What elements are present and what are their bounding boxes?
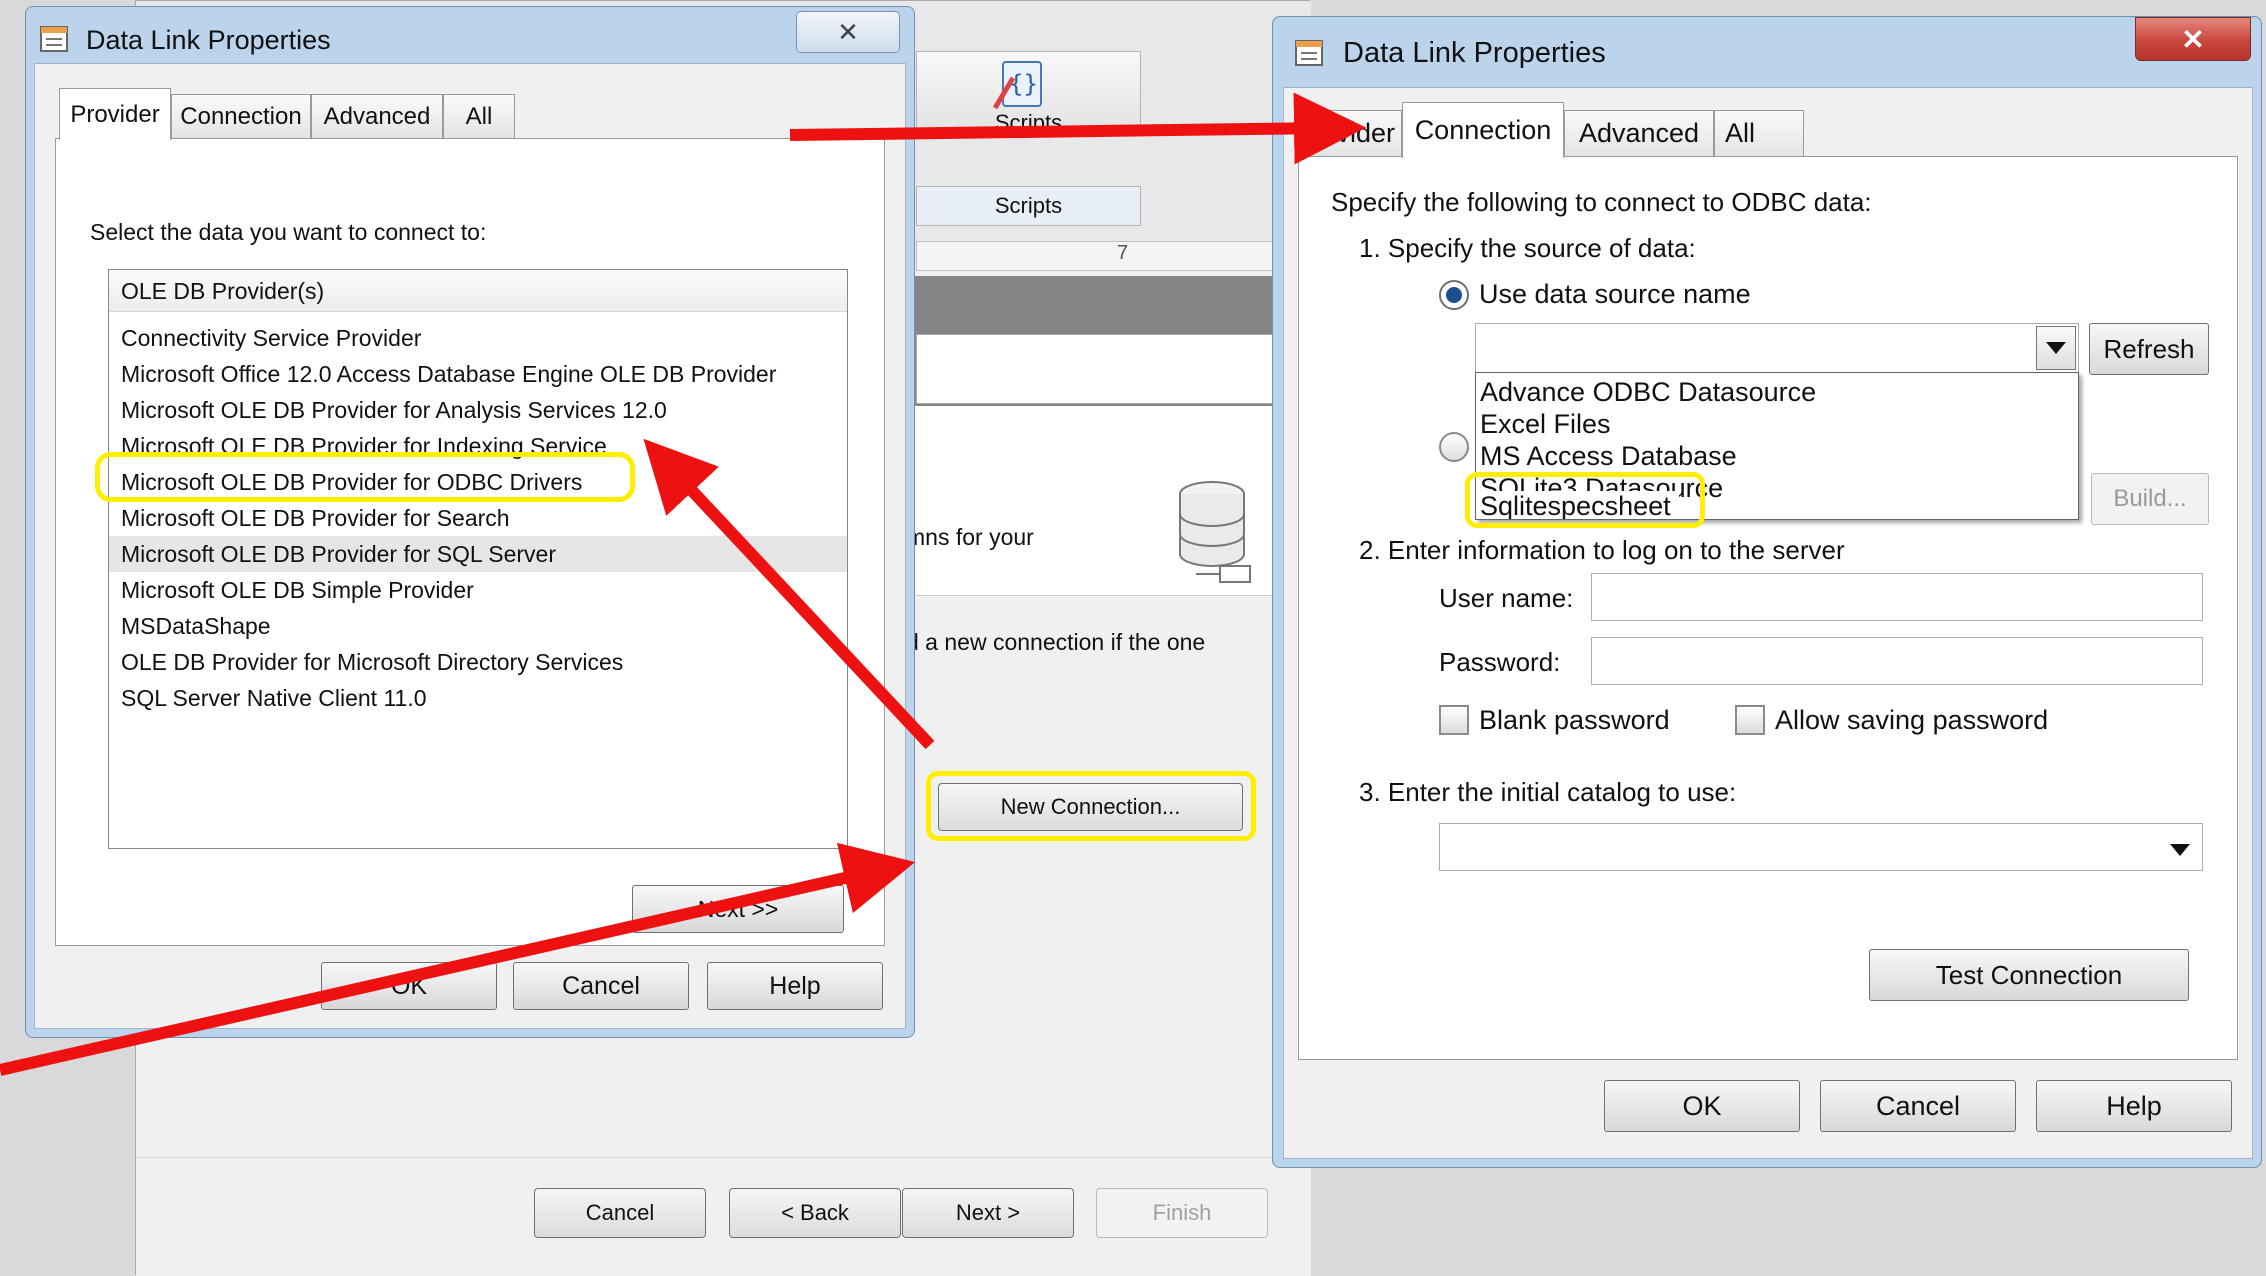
sqlitespecsheet-highlight (1465, 472, 1705, 528)
arrow-to-odbc-provider (643, 438, 935, 750)
dsn-option[interactable]: Advance ODBC Datasource (1480, 377, 1816, 408)
dsn-option[interactable]: Excel Files (1480, 409, 1611, 440)
tab-connection[interactable]: Connection (1402, 102, 1564, 158)
annotation-arrows-overlay (0, 92, 1366, 1076)
arrow-to-connection-tab (789, 92, 1366, 165)
arrow-to-next-button (0, 842, 916, 1076)
dsn-option[interactable]: MS Access Database (1480, 441, 1737, 472)
tab-provider[interactable]: Provider (59, 88, 171, 140)
